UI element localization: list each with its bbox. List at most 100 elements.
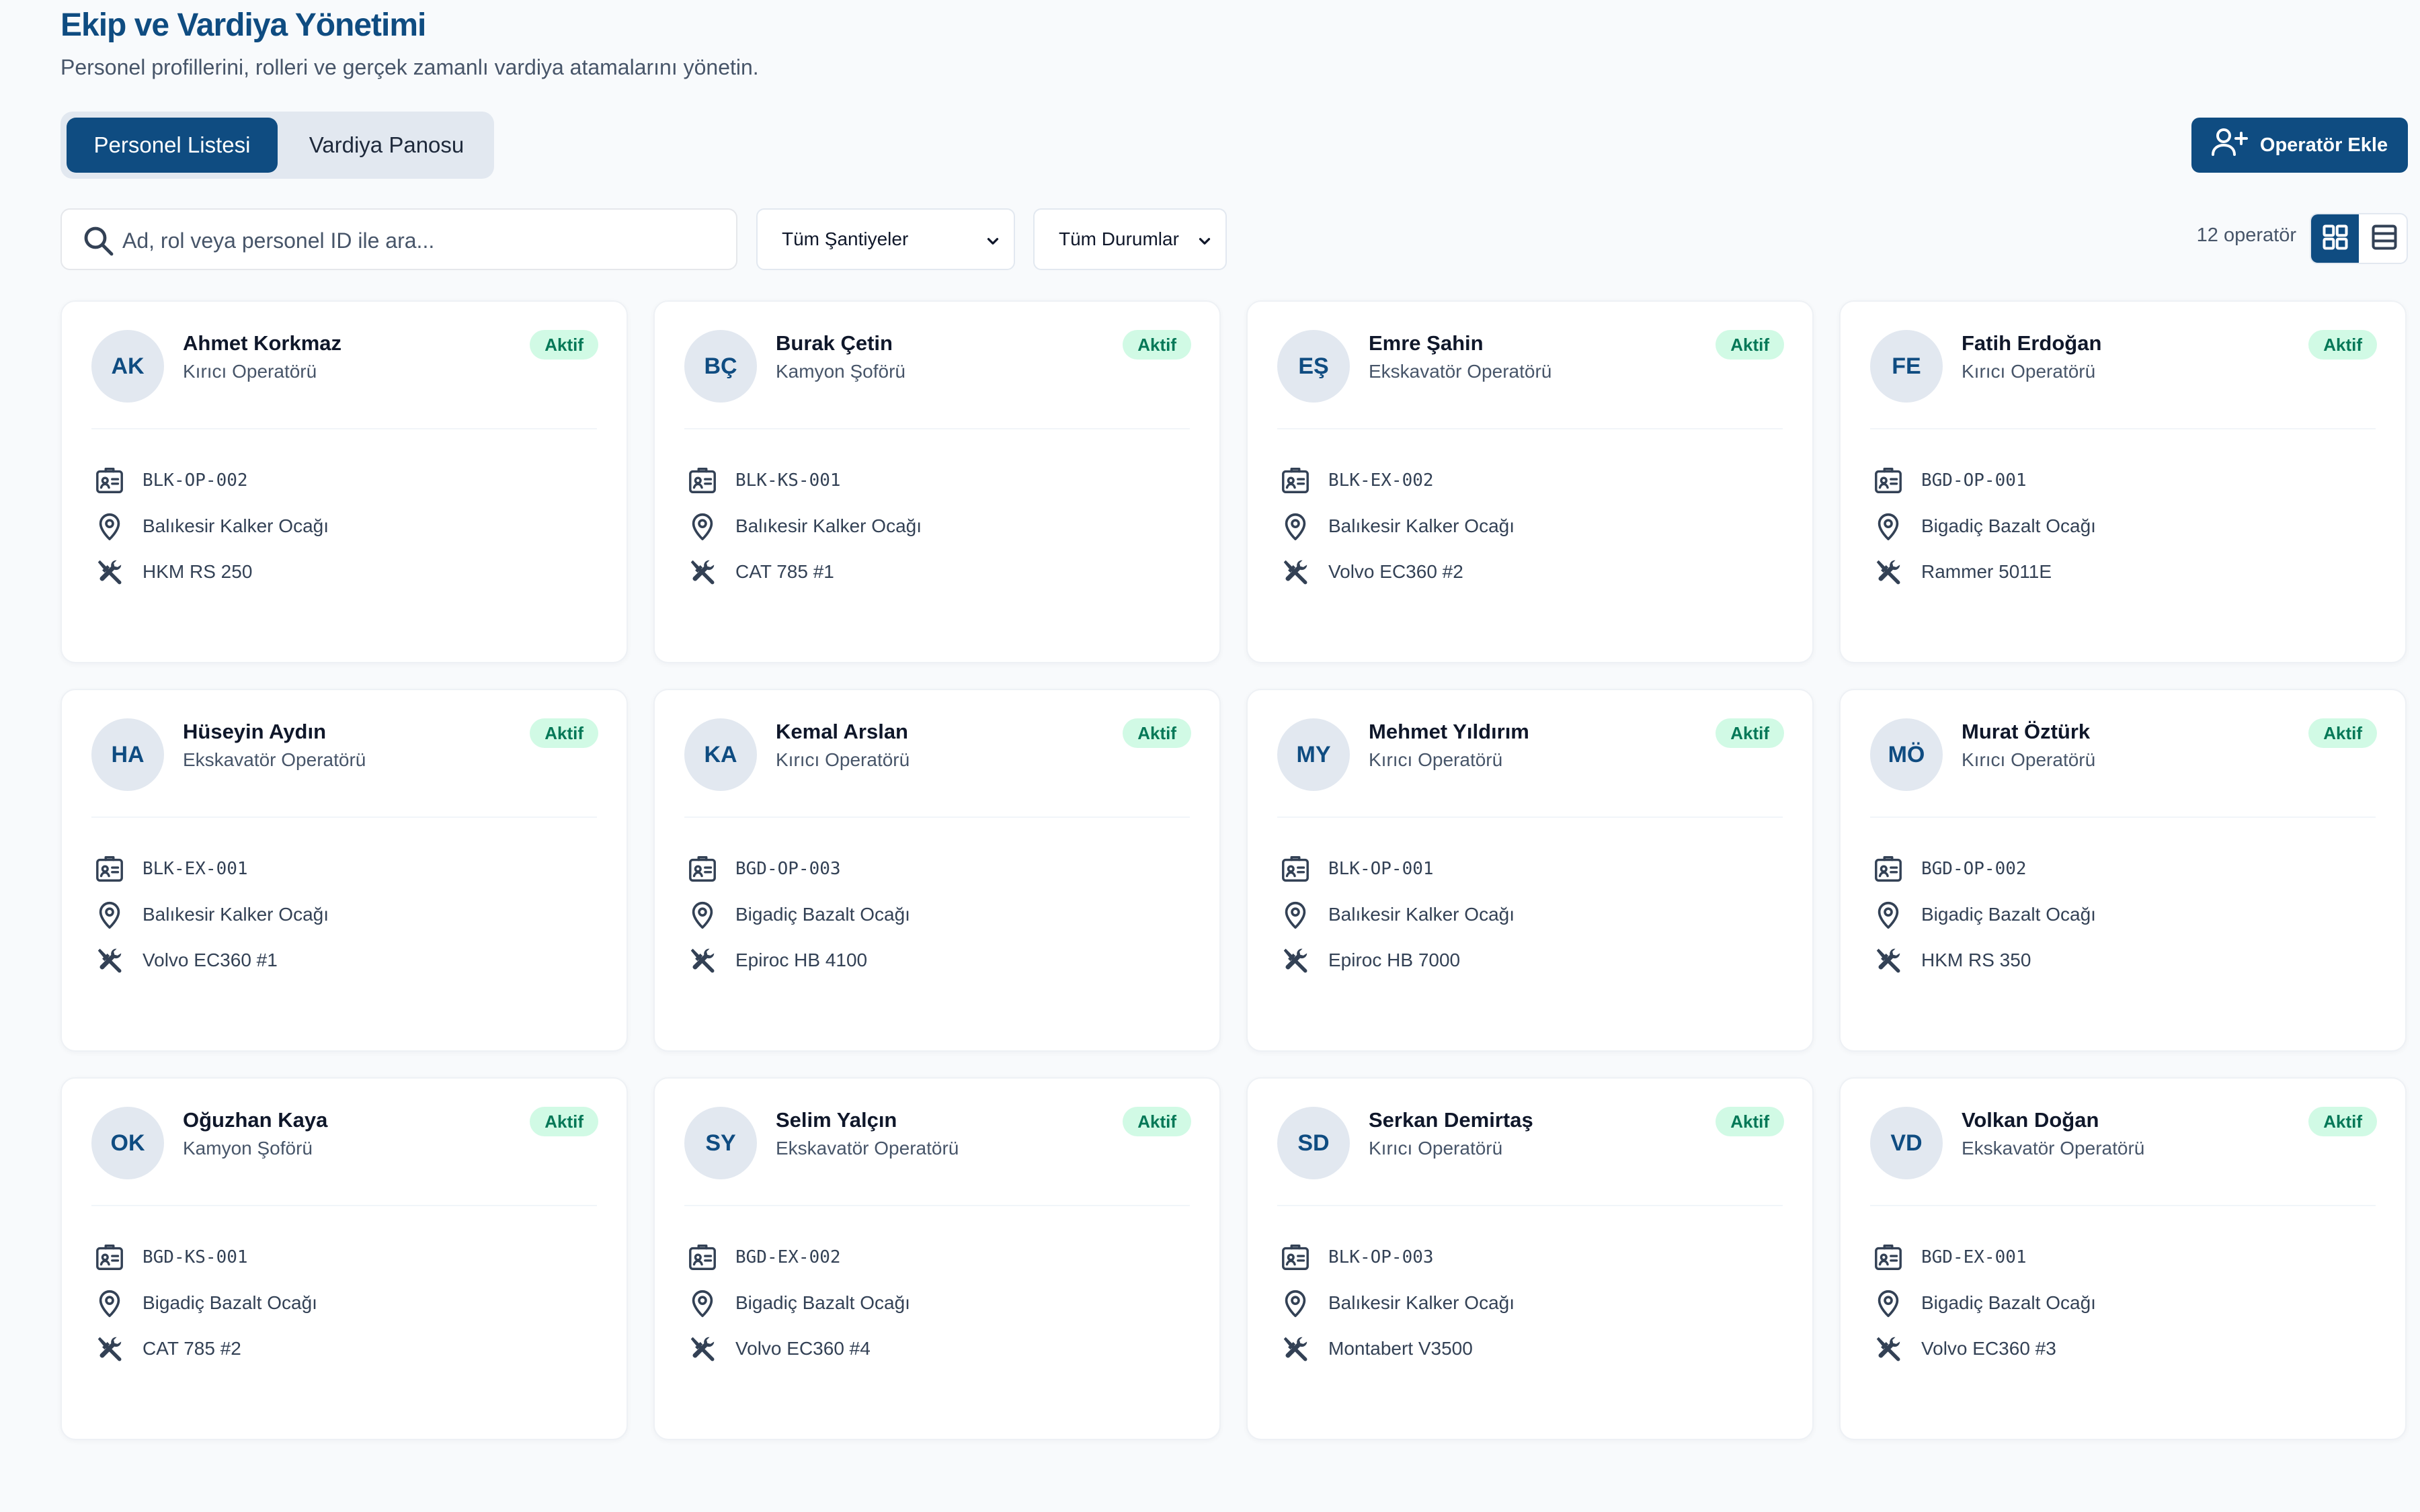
site-row: Bigadiç Bazalt Ocağı bbox=[687, 1287, 910, 1319]
id-card-icon bbox=[1873, 464, 1906, 497]
id-card-icon bbox=[1280, 853, 1314, 885]
personnel-id-row: BGD-OP-003 bbox=[687, 853, 841, 885]
page-subtitle: Personel profillerini, rolleri ve gerçek… bbox=[61, 55, 759, 79]
operator-card[interactable]: MY Mehmet Yıldırım Kırıcı Operatörü Akti… bbox=[1246, 689, 1814, 1052]
equipment-row: HKM RS 250 bbox=[94, 556, 252, 588]
personnel-id-row: BGD-EX-002 bbox=[687, 1241, 841, 1273]
tools-icon bbox=[687, 556, 721, 588]
map-pin-icon bbox=[687, 1287, 721, 1319]
id-card-icon bbox=[687, 1241, 721, 1273]
status-filter-select[interactable]: Tüm Durumlar bbox=[1033, 208, 1227, 270]
operator-role: Kırıcı Operatörü bbox=[1962, 749, 2096, 770]
site-row: Balıkesir Kalker Ocağı bbox=[1280, 510, 1515, 542]
operator-card[interactable]: SD Serkan Demirtaş Kırıcı Operatörü Akti… bbox=[1246, 1077, 1814, 1440]
equipment-name: Volvo EC360 #1 bbox=[143, 950, 278, 970]
tools-icon bbox=[1280, 1333, 1314, 1365]
site-name: Balıkesir Kalker Ocağı bbox=[143, 515, 329, 536]
site-row: Balıkesir Kalker Ocağı bbox=[94, 510, 329, 542]
operator-card[interactable]: VD Volkan Doğan Ekskavatör Operatörü Akt… bbox=[1839, 1077, 2407, 1440]
equipment-name: Montabert V3500 bbox=[1328, 1338, 1473, 1359]
status-badge: Aktif bbox=[1123, 1107, 1191, 1136]
equipment-row: CAT 785 #2 bbox=[94, 1333, 241, 1365]
equipment-name: HKM RS 250 bbox=[143, 561, 253, 582]
operator-card[interactable]: MÖ Murat Öztürk Kırıcı Operatörü Aktif B… bbox=[1839, 689, 2407, 1052]
operator-name: Selim Yalçın bbox=[776, 1108, 897, 1132]
map-pin-icon bbox=[1873, 898, 1906, 931]
status-badge: Aktif bbox=[2308, 1107, 2377, 1136]
search-input[interactable] bbox=[121, 224, 715, 257]
site-row: Balıkesir Kalker Ocağı bbox=[1280, 898, 1515, 931]
site-filter-select[interactable]: Tüm Şantiyeler bbox=[756, 208, 1015, 270]
divider bbox=[1870, 1205, 2376, 1206]
operator-card[interactable]: EŞ Emre Şahin Ekskavatör Operatörü Aktif… bbox=[1246, 300, 1814, 663]
personnel-id: BLK-EX-001 bbox=[143, 859, 248, 879]
equipment-row: Montabert V3500 bbox=[1280, 1333, 1473, 1365]
list-view-button[interactable] bbox=[2360, 214, 2407, 263]
site-row: Bigadiç Bazalt Ocağı bbox=[1873, 898, 2096, 931]
divider bbox=[1870, 428, 2376, 429]
operator-name: Emre Şahin bbox=[1369, 331, 1484, 355]
equipment-name: HKM RS 350 bbox=[1921, 950, 2031, 970]
map-pin-icon bbox=[94, 1287, 128, 1319]
operator-card[interactable]: FE Fatih Erdoğan Kırıcı Operatörü Aktif … bbox=[1839, 300, 2407, 663]
site-name: Bigadiç Bazalt Ocağı bbox=[735, 904, 910, 925]
status-badge: Aktif bbox=[1716, 330, 1784, 360]
tools-icon bbox=[687, 944, 721, 976]
avatar: KA bbox=[684, 718, 757, 791]
operator-card[interactable]: KA Kemal Arslan Kırıcı Operatörü Aktif B… bbox=[653, 689, 1221, 1052]
operator-role: Ekskavatör Operatörü bbox=[1962, 1138, 2145, 1159]
equipment-row: Epiroc HB 7000 bbox=[1280, 944, 1460, 976]
operator-role: Kırıcı Operatörü bbox=[776, 749, 910, 770]
personnel-id: BLK-OP-001 bbox=[1328, 859, 1434, 879]
tab-shift-board[interactable]: Vardiya Panosu bbox=[289, 118, 484, 173]
operator-role: Ekskavatör Operatörü bbox=[776, 1138, 959, 1159]
map-pin-icon bbox=[1280, 510, 1314, 542]
operator-role: Ekskavatör Operatörü bbox=[183, 749, 366, 770]
operator-card[interactable]: HA Hüseyin Aydın Ekskavatör Operatörü Ak… bbox=[61, 689, 628, 1052]
operator-name: Fatih Erdoğan bbox=[1962, 331, 2102, 355]
avatar: BÇ bbox=[684, 330, 757, 403]
operator-card[interactable]: SY Selim Yalçın Ekskavatör Operatörü Akt… bbox=[653, 1077, 1221, 1440]
operator-name: Mehmet Yıldırım bbox=[1369, 720, 1529, 743]
avatar: MY bbox=[1277, 718, 1350, 791]
operator-name: Murat Öztürk bbox=[1962, 720, 2091, 743]
personnel-id: BGD-KS-001 bbox=[143, 1247, 248, 1267]
id-card-icon bbox=[1873, 1241, 1906, 1273]
divider bbox=[1277, 1205, 1783, 1206]
site-name: Balıkesir Kalker Ocağı bbox=[143, 904, 329, 925]
site-name: Bigadiç Bazalt Ocağı bbox=[143, 1292, 317, 1313]
tab-personnel-list[interactable]: Personel Listesi bbox=[67, 118, 278, 173]
operator-card[interactable]: BÇ Burak Çetin Kamyon Şoförü Aktif BLK-K… bbox=[653, 300, 1221, 663]
site-row: Balıkesir Kalker Ocağı bbox=[94, 898, 329, 931]
operator-card[interactable]: OK Oğuzhan Kaya Kamyon Şoförü Aktif BGD-… bbox=[61, 1077, 628, 1440]
status-badge: Aktif bbox=[1123, 718, 1191, 748]
operator-name: Volkan Doğan bbox=[1962, 1108, 2099, 1132]
personnel-id-row: BLK-OP-003 bbox=[1280, 1241, 1434, 1273]
operator-role: Kırıcı Operatörü bbox=[183, 361, 317, 382]
site-filter-value: Tüm Şantiyeler bbox=[782, 228, 909, 249]
site-name: Balıkesir Kalker Ocağı bbox=[1328, 1292, 1515, 1313]
status-badge: Aktif bbox=[530, 1107, 598, 1136]
operator-name: Kemal Arslan bbox=[776, 720, 908, 743]
grid-view-button[interactable] bbox=[2311, 214, 2359, 263]
operator-role: Kamyon Şoförü bbox=[776, 361, 905, 382]
site-row: Bigadiç Bazalt Ocağı bbox=[1873, 1287, 2096, 1319]
personnel-id-row: BLK-EX-002 bbox=[1280, 464, 1434, 497]
page: Ekip ve Vardiya Yönetimi Personel profil… bbox=[0, 0, 2420, 1512]
personnel-id: BLK-EX-002 bbox=[1328, 470, 1434, 491]
personnel-id: BLK-OP-002 bbox=[143, 470, 248, 491]
view-toggle bbox=[2310, 213, 2408, 264]
add-operator-button[interactable]: Operatör Ekle bbox=[2191, 118, 2408, 173]
equipment-name: Epiroc HB 4100 bbox=[735, 950, 868, 970]
operator-count: 12 operatör bbox=[2196, 224, 2296, 246]
map-pin-icon bbox=[1873, 510, 1906, 542]
divider bbox=[91, 1205, 597, 1206]
map-pin-icon bbox=[1873, 1287, 1906, 1319]
site-row: Bigadiç Bazalt Ocağı bbox=[94, 1287, 317, 1319]
divider bbox=[684, 1205, 1190, 1206]
personnel-id: BGD-OP-003 bbox=[735, 859, 841, 879]
id-card-icon bbox=[94, 853, 128, 885]
operator-card[interactable]: AK Ahmet Korkmaz Kırıcı Operatörü Aktif … bbox=[61, 300, 628, 663]
id-card-icon bbox=[687, 853, 721, 885]
avatar: AK bbox=[91, 330, 164, 403]
